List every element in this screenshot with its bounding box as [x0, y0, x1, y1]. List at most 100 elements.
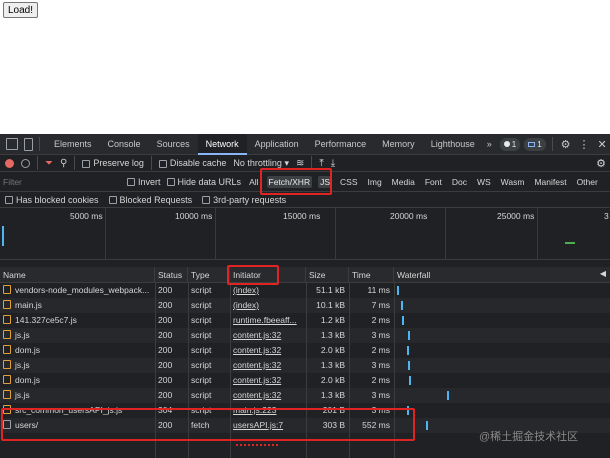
record-icon[interactable]	[5, 158, 14, 168]
error-dot-icon	[503, 141, 510, 147]
third-party-requests-label: 3rd-party requests	[213, 194, 287, 205]
column-header-size[interactable]: Size	[306, 267, 349, 283]
column-header-status[interactable]: Status	[155, 267, 188, 283]
has-blocked-cookies-checkbox[interactable]: Has blocked cookies	[5, 195, 99, 205]
close-devtools-icon[interactable]: ✕	[598, 138, 607, 151]
network-overview-timeline[interactable]: 5000 ms 10000 ms 15000 ms 20000 ms 25000…	[0, 208, 610, 260]
disable-cache-checkbox[interactable]: Disable cache	[158, 158, 226, 168]
export-har-icon[interactable]: ⤓	[331, 158, 335, 169]
request-initiator[interactable]: content.js:32	[230, 343, 306, 358]
request-name-text: dom.js	[15, 345, 41, 355]
request-table-header: Name Status Type Initiator Size Time Wat…	[0, 267, 610, 283]
tab-application[interactable]: Application	[247, 134, 307, 155]
throttling-select[interactable]: No throttling ▾	[233, 158, 289, 169]
import-har-icon[interactable]: ⤒	[319, 158, 323, 169]
request-name-text: js.js	[15, 390, 30, 400]
request-type: script	[191, 360, 212, 370]
request-row[interactable]: 141.327ce5c7.js 200 script runtime.fbeeaff.…	[0, 313, 610, 328]
column-header-time[interactable]: Time	[349, 267, 394, 283]
request-row[interactable]: main.js 200 script (index) 10.1 kB 7 ms	[0, 298, 610, 313]
overview-request-bar	[565, 242, 575, 244]
request-row[interactable]: js.js 200 script content.js:32 1.3 kB 3 ms	[0, 358, 610, 373]
message-count-badge[interactable]: 1	[524, 137, 546, 151]
column-header-name[interactable]: Name	[0, 267, 155, 283]
inspect-element-icon[interactable]	[6, 138, 18, 150]
request-type: script	[191, 315, 212, 325]
load-button[interactable]: Load!	[3, 2, 39, 18]
request-initiator[interactable]: content.js:32	[230, 358, 306, 373]
request-type: script	[191, 330, 212, 340]
network-settings-gear-icon[interactable]: ⚙	[596, 157, 606, 170]
tab-lighthouse[interactable]: Lighthouse	[423, 134, 483, 155]
more-options-icon[interactable]: ⋮	[579, 138, 590, 151]
preserve-log-checkbox[interactable]: Preserve log	[82, 158, 144, 168]
filter-type-all[interactable]: All	[247, 176, 260, 188]
request-initiator[interactable]: content.js:32	[230, 373, 306, 388]
request-row[interactable]: dom.js 200 script content.js:32 2.0 kB 2 ms	[0, 343, 610, 358]
request-type: script	[191, 375, 212, 385]
tab-memory[interactable]: Memory	[374, 134, 423, 155]
sort-triangle-icon: ◀	[599, 269, 606, 278]
request-size: 1.3 kB	[320, 390, 345, 400]
search-icon[interactable]: ⚲	[60, 158, 67, 169]
filter-type-font[interactable]: Font	[423, 176, 444, 188]
request-name-text: vendors-node_modules_webpack...	[15, 285, 150, 295]
highlight-box-api-requests	[1, 408, 415, 441]
request-status: 200	[158, 375, 173, 385]
filter-type-img[interactable]: Img	[366, 176, 384, 188]
checkbox-icon	[202, 196, 211, 205]
tab-performance[interactable]: Performance	[307, 134, 375, 155]
request-size: 1.2 kB	[320, 315, 345, 325]
divider	[39, 137, 40, 151]
request-time: 2 ms	[371, 375, 390, 385]
script-file-icon	[3, 375, 11, 384]
request-initiator[interactable]: (index)	[230, 283, 306, 298]
request-initiator[interactable]: (index)	[230, 298, 306, 313]
waterfall-bar	[397, 286, 399, 295]
request-row[interactable]: js.js 200 script content.js:32 1.3 kB 3 ms	[0, 388, 610, 403]
filter-type-media[interactable]: Media	[390, 176, 417, 188]
request-initiator[interactable]: content.js:32	[230, 328, 306, 343]
message-icon	[528, 141, 536, 147]
request-row[interactable]: js.js 200 script content.js:32 1.3 kB 3 ms	[0, 328, 610, 343]
device-toolbar-icon[interactable]	[24, 137, 33, 151]
invert-checkbox[interactable]: Invert	[127, 177, 161, 187]
divider	[37, 156, 38, 170]
overview-tick-label: 25000 ms	[497, 211, 535, 221]
request-row[interactable]: vendors-node_modules_webpack... 200 script…	[0, 283, 610, 298]
blocked-requests-checkbox[interactable]: Blocked Requests	[108, 195, 192, 205]
third-party-requests-checkbox[interactable]: 3rd-party requests	[202, 195, 286, 205]
tab-network[interactable]: Network	[197, 134, 247, 155]
filter-type-manifest[interactable]: Manifest	[532, 176, 568, 188]
request-time: 3 ms	[371, 330, 390, 340]
wifi-icon[interactable]: ≋	[296, 158, 304, 169]
column-header-type[interactable]: Type	[188, 267, 230, 283]
filter-type-other[interactable]: Other	[575, 176, 600, 188]
request-initiator[interactable]: runtime.fbeeaff...	[230, 313, 306, 328]
filter-input[interactable]	[3, 174, 121, 189]
checkbox-icon	[166, 178, 175, 187]
column-header-waterfall[interactable]: Waterfall	[394, 267, 610, 283]
message-count: 1	[537, 139, 542, 149]
filter-type-ws[interactable]: WS	[475, 176, 493, 188]
request-name: dom.js	[0, 373, 155, 388]
hide-data-urls-checkbox[interactable]: Hide data URLs	[166, 177, 241, 187]
devtools-tab-bar: Elements Console Sources Network Applica…	[0, 134, 610, 155]
request-size: 1.3 kB	[320, 330, 345, 340]
more-tabs-button[interactable]: »	[483, 134, 496, 155]
error-count-badge[interactable]: 1	[499, 137, 521, 151]
filter-type-doc[interactable]: Doc	[450, 176, 469, 188]
tab-elements[interactable]: Elements	[46, 134, 100, 155]
tab-sources[interactable]: Sources	[149, 134, 198, 155]
filter-type-wasm[interactable]: Wasm	[499, 176, 527, 188]
request-initiator[interactable]: content.js:32	[230, 388, 306, 403]
filter-funnel-icon[interactable]: ⏷	[45, 158, 53, 169]
request-status: 200	[158, 360, 173, 370]
tab-console[interactable]: Console	[100, 134, 149, 155]
request-name: js.js	[0, 388, 155, 403]
filter-type-css[interactable]: CSS	[338, 176, 359, 188]
request-row[interactable]: dom.js 200 script content.js:32 2.0 kB 2 ms	[0, 373, 610, 388]
settings-gear-icon[interactable]: ⚙	[561, 138, 571, 151]
clear-icon[interactable]	[21, 158, 30, 168]
has-blocked-cookies-label: Has blocked cookies	[16, 194, 99, 205]
